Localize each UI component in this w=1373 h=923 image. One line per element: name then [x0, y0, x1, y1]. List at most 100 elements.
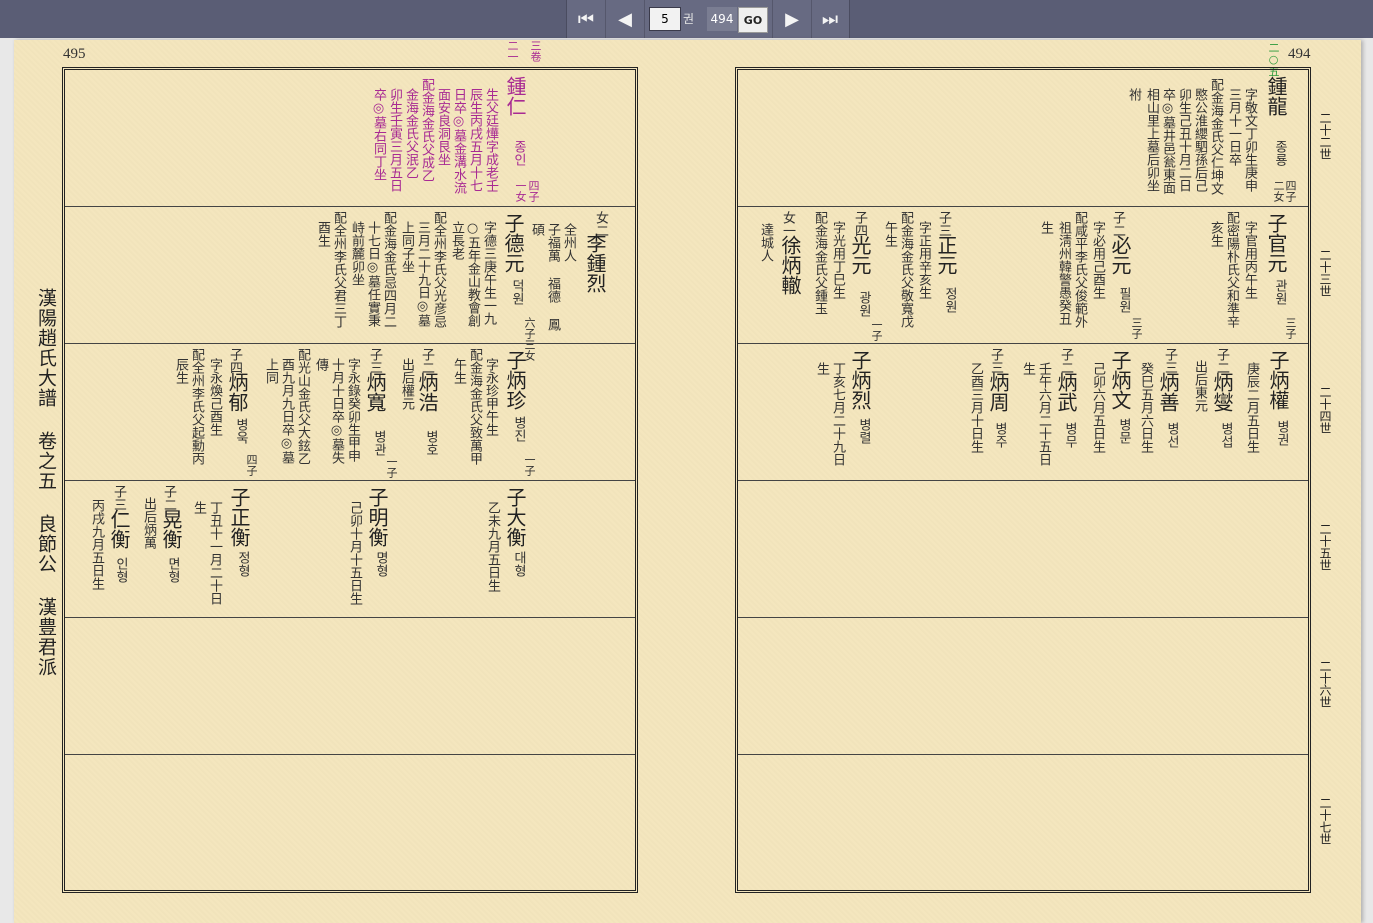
- son-korean-name: 병진: [511, 416, 526, 442]
- son-korean-name: 덕원: [509, 279, 524, 305]
- first-page-button[interactable]: ⏮: [567, 0, 606, 38]
- previous-page-button[interactable]: ◀: [606, 0, 645, 38]
- right-row-gen26: [738, 618, 1308, 755]
- grandson-korean-name: 병주: [992, 422, 1007, 448]
- bio-line: 字光用丁巳生: [830, 221, 845, 299]
- grandson-name: 炳周: [986, 372, 1010, 412]
- left-corner-mark: 三卷: [529, 40, 542, 62]
- grandson-korean-name: 대형: [511, 551, 526, 577]
- bio-line: 配全州李氏父君三丁: [331, 211, 346, 328]
- daughter-note: 子福萬 福德 鳳: [545, 223, 560, 331]
- bio-line: 祖淸州韓警愚癸丑: [1056, 221, 1071, 325]
- grandson-korean-name: 인형: [113, 557, 128, 583]
- bio-line: 傳: [313, 358, 328, 371]
- bio-line: 三月二十九日◎墓: [415, 221, 430, 327]
- son-name: 光元: [848, 235, 872, 275]
- children-count: 四子: [1284, 180, 1297, 202]
- page-number-input[interactable]: [649, 7, 681, 31]
- son-rank: 子二: [1110, 211, 1125, 237]
- grandson-korean-name: 정형: [235, 551, 250, 577]
- daughter-husband-name: 李鍾烈: [583, 233, 607, 293]
- bio-line: 配金海金氏父致萬甲: [467, 348, 482, 465]
- bio-line: 配光山金氏父大鉉乙: [295, 348, 310, 465]
- son-children-count: 三子: [1284, 317, 1297, 339]
- grandson-name: 子正衡: [227, 487, 251, 547]
- bio-line: 癸巳五月六日生: [1138, 362, 1153, 453]
- bio-line: 配全州李氏父起勳丙: [189, 348, 204, 465]
- bio-line: 生父廷燁字成老壬: [483, 88, 498, 192]
- son-name: 子官元: [1264, 213, 1288, 273]
- person-name: 鍾龍: [1264, 76, 1288, 116]
- daughters-count: 二女: [1272, 180, 1285, 202]
- person-korean-name: 종인: [511, 140, 526, 166]
- generation-label: 二十七世: [1318, 797, 1332, 845]
- grandson-rank: 子二: [1058, 348, 1073, 374]
- grandson-rank: 子三: [1162, 348, 1177, 374]
- son-korean-name: 병호: [423, 430, 438, 456]
- right-row-gen27: [738, 755, 1308, 891]
- generation-label: 二十二世: [1318, 112, 1332, 160]
- bio-line: 字正用辛亥生: [916, 221, 931, 299]
- daughter-husband-name: 徐炳轍: [778, 235, 802, 295]
- grandson-korean-name: 병섭: [1218, 422, 1233, 448]
- grandson-korean-name: 병권: [1274, 420, 1289, 446]
- total-pages-display: 494: [707, 7, 737, 31]
- grandson-korean-name: 병무: [1062, 422, 1077, 448]
- bio-line: 生: [814, 362, 829, 375]
- next-page-button[interactable]: ▶: [772, 0, 812, 38]
- children-count: 四子: [527, 180, 540, 202]
- right-row-gen24: 子炳權 병권 庚辰二月五日生 子二 炳燮 병섭 出后東元 子三 炳善 병선 癸巳…: [738, 344, 1308, 481]
- right-page-number: 494: [1288, 46, 1311, 62]
- grandson-korean-name: 면형: [165, 557, 180, 583]
- daughter-note: 全州人: [561, 223, 576, 262]
- bio-line: 出后權元: [399, 358, 414, 410]
- bio-line: 配金海金氏忌四月二: [381, 211, 396, 328]
- grandson-rank: 子二: [161, 485, 176, 511]
- go-button[interactable]: GO: [738, 7, 768, 33]
- right-row-gen25: [738, 481, 1308, 618]
- bio-line: 日卒◎墓金溝水流: [451, 88, 466, 194]
- left-corner-mark-2: 二一: [506, 40, 519, 62]
- left-row-gen27: [65, 755, 635, 891]
- son-rank: 子三: [367, 348, 382, 374]
- left-row-gen26: [65, 618, 635, 755]
- grandson-rank: 子三: [988, 348, 1003, 374]
- bio-line: 十月十日卒◎墓失: [329, 358, 344, 464]
- bio-line: 字敬文丁卯生庚申: [1242, 88, 1257, 192]
- bio-line: 字永珍甲午生: [483, 358, 498, 436]
- bio-line: 上同: [263, 358, 278, 384]
- son-children-count: 一子: [385, 456, 398, 478]
- son-name: 炳浩: [415, 372, 439, 412]
- bio-line: 丙戌九月五日生: [89, 499, 104, 590]
- grandson-name: 炳善: [1156, 372, 1180, 412]
- bio-line: 亥生: [1208, 221, 1223, 247]
- left-row-gen25: 子大衡 대형 乙未九月五日生 子明衡 명형 己卯十月十五日生 子正衡 정형 丁丑…: [65, 481, 635, 618]
- bio-line: ○五年金山教會創: [465, 221, 480, 327]
- son-rank: 子三: [936, 211, 951, 237]
- right-row-gen23: 子官元 관원 三子 字官用丙午生 配密陽朴氏父和準辛 亥生 子二 必元 필원 三…: [738, 207, 1308, 344]
- bio-line: 丁丑十一月二十日: [207, 501, 222, 605]
- bio-line: 祔: [1126, 88, 1141, 101]
- bio-line: 面安良洞艮坐: [435, 88, 450, 166]
- grandson-name: 炳武: [1054, 372, 1078, 412]
- daughters-count: 一女: [514, 180, 527, 202]
- bio-line: 午生: [882, 221, 897, 247]
- left-row-gen24: 子炳珍 병진 一子 字永珍甲午生 配金海金氏父致萬甲 午生 子二 炳浩 병호 出…: [65, 344, 635, 481]
- bio-line: 字必用己酉生: [1090, 221, 1105, 299]
- son-korean-name: 광원: [856, 291, 871, 317]
- son-children-count: 一子: [523, 454, 536, 476]
- bio-line: 相山里上墓后卯坐: [1144, 88, 1159, 192]
- page-navigation-group: ⏮ ◀ 권 494 GO ▶ ⏭: [566, 0, 850, 38]
- left-arrow-icon: ◀: [618, 8, 632, 30]
- generation-label: 二十六世: [1318, 660, 1332, 708]
- son-korean-name: 병관: [371, 430, 386, 456]
- last-page-button[interactable]: ⏭: [811, 0, 849, 38]
- bio-line: 壬午六月二十五日: [1036, 362, 1051, 466]
- bio-line: 酉生: [315, 221, 330, 247]
- daughter-note: 碩: [529, 223, 544, 236]
- bio-line: 三月十一日卒: [1226, 88, 1241, 166]
- grandson-name: 子大衡: [503, 487, 527, 547]
- grandson-name: 炳燮: [1210, 372, 1234, 412]
- son-rank: 子四: [852, 211, 867, 237]
- bio-line: 生: [1038, 221, 1053, 234]
